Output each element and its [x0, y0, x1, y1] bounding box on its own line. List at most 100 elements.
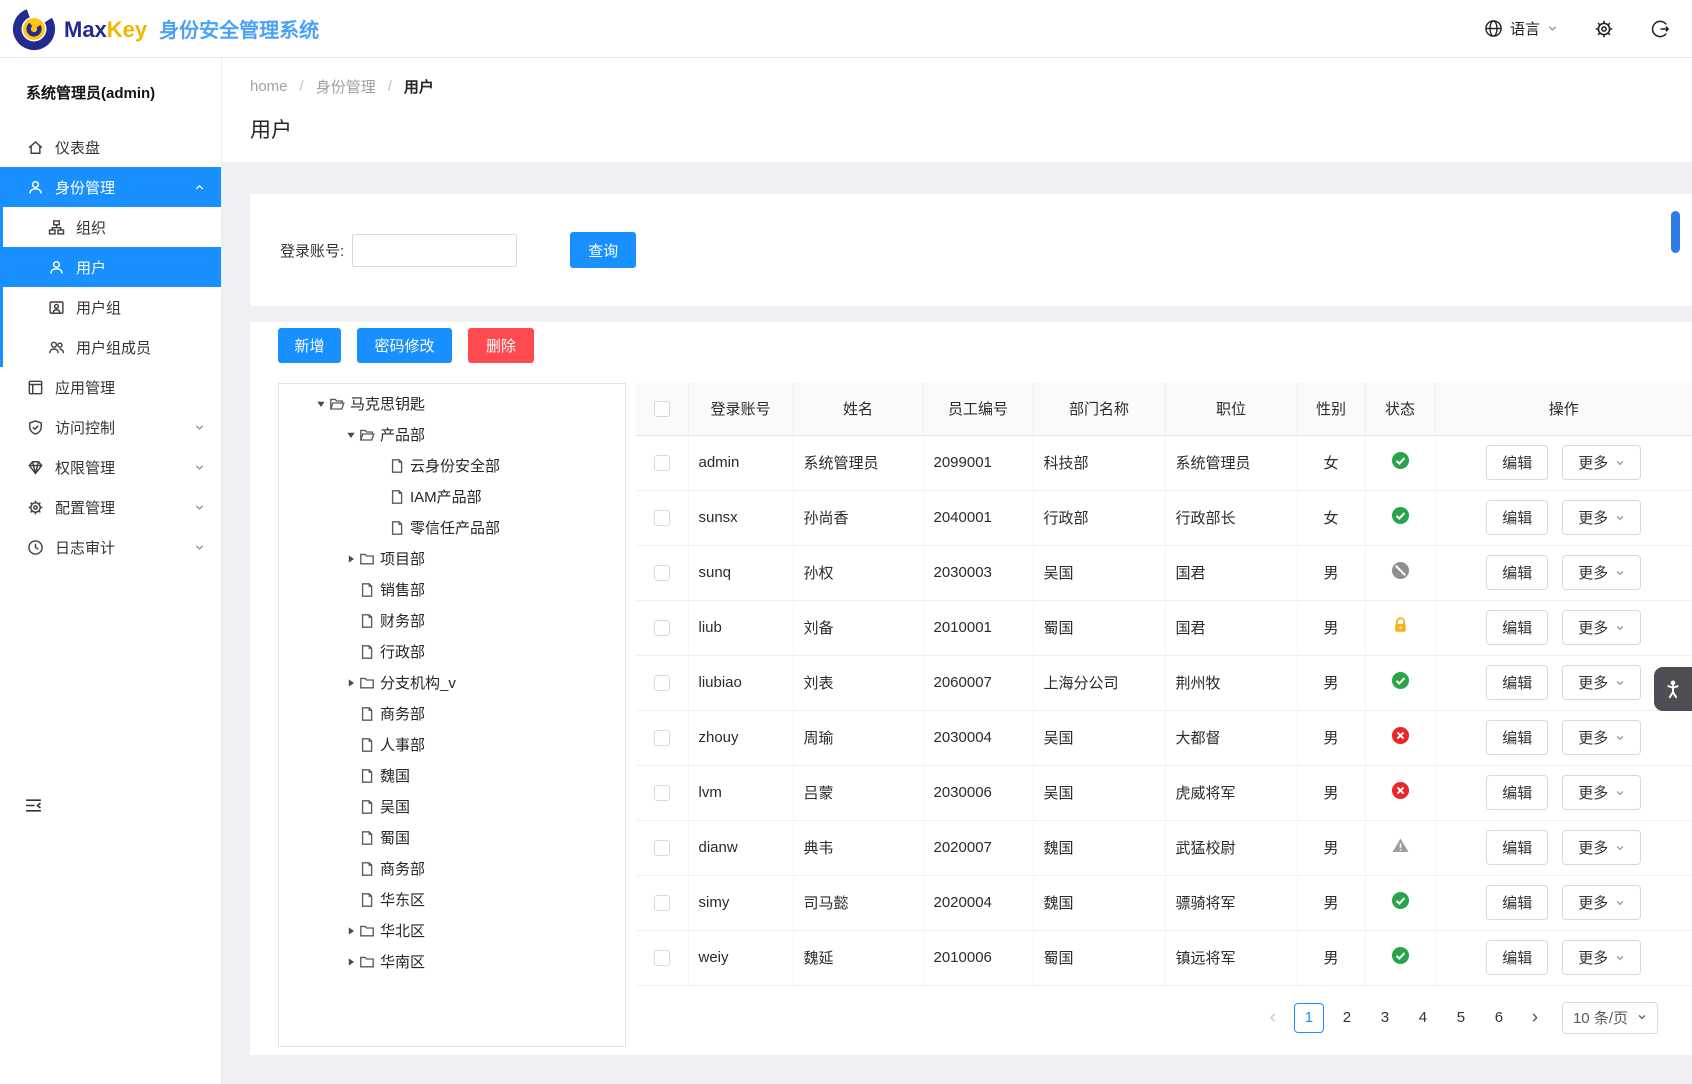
next-page-button[interactable]: ›: [1522, 1003, 1548, 1033]
language-menu[interactable]: 语言: [1484, 18, 1558, 39]
more-button[interactable]: 更多: [1562, 775, 1641, 810]
sidebar-item-configuration[interactable]: 配置管理: [0, 487, 221, 527]
row-checkbox[interactable]: [654, 840, 670, 856]
more-button[interactable]: 更多: [1562, 830, 1641, 865]
edit-button[interactable]: 编辑: [1486, 555, 1548, 590]
tree-node[interactable]: 商务部: [279, 853, 625, 884]
delete-button[interactable]: 删除: [468, 328, 534, 363]
sidebar-item-organization[interactable]: 组织: [3, 207, 221, 247]
breadcrumb-item[interactable]: 身份管理: [316, 76, 376, 97]
page-button-2[interactable]: 2: [1332, 1003, 1362, 1033]
tree-node[interactable]: IAM产品部: [279, 481, 625, 512]
query-button[interactable]: 查询: [570, 232, 636, 268]
prev-page-button[interactable]: ‹: [1260, 1003, 1286, 1033]
sidebar-item-audit-log[interactable]: 日志审计: [0, 527, 221, 567]
tree-caret-right-icon: [343, 678, 359, 688]
folder-icon: [359, 675, 379, 691]
page-button-4[interactable]: 4: [1408, 1003, 1438, 1033]
tree-node[interactable]: 马克思钥匙: [279, 388, 625, 419]
sidebar-item-dashboard[interactable]: 仪表盘: [0, 127, 221, 167]
select-all-checkbox[interactable]: [654, 401, 670, 417]
sidebar-item-user[interactable]: 用户: [3, 247, 221, 287]
tree-caret-right-icon: [343, 957, 359, 967]
tree-node[interactable]: 华东区: [279, 884, 625, 915]
edit-button[interactable]: 编辑: [1486, 665, 1548, 700]
row-checkbox[interactable]: [654, 730, 670, 746]
scrollbar-thumb[interactable]: [1671, 211, 1680, 253]
sidebar-item-user-group-member[interactable]: 用户组成员: [3, 327, 221, 367]
edit-button[interactable]: 编辑: [1486, 500, 1548, 535]
chevron-down-icon: [1615, 843, 1625, 853]
collapse-sidebar-button[interactable]: [24, 796, 43, 820]
tree-node[interactable]: 蜀国: [279, 822, 625, 853]
sidebar-item-app-management[interactable]: 应用管理: [0, 367, 221, 407]
page-button-1[interactable]: 1: [1294, 1003, 1324, 1033]
tree-node[interactable]: 财务部: [279, 605, 625, 636]
logout-button[interactable]: [1650, 19, 1670, 39]
file-icon: [389, 520, 409, 536]
page-button-3[interactable]: 3: [1370, 1003, 1400, 1033]
edit-button[interactable]: 编辑: [1486, 720, 1548, 755]
sidebar-item-label: 用户组成员: [76, 337, 205, 358]
more-button[interactable]: 更多: [1562, 445, 1641, 480]
add-button[interactable]: 新增: [278, 328, 341, 363]
row-checkbox[interactable]: [654, 565, 670, 581]
more-button[interactable]: 更多: [1562, 555, 1641, 590]
tree-node[interactable]: 吴国: [279, 791, 625, 822]
more-button[interactable]: 更多: [1562, 610, 1641, 645]
more-button[interactable]: 更多: [1562, 940, 1641, 975]
edit-button[interactable]: 编辑: [1486, 830, 1548, 865]
edit-button[interactable]: 编辑: [1486, 885, 1548, 920]
page-head: home/身份管理/用户 用户: [222, 58, 1692, 162]
tree-node[interactable]: 分支机构_v: [279, 667, 625, 698]
row-checkbox[interactable]: [654, 785, 670, 801]
tree-node[interactable]: 产品部: [279, 419, 625, 450]
edit-button[interactable]: 编辑: [1486, 775, 1548, 810]
page-button-6[interactable]: 6: [1484, 1003, 1514, 1033]
cell-position: 行政部长: [1165, 490, 1297, 545]
sidebar-item-permission[interactable]: 权限管理: [0, 447, 221, 487]
breadcrumb-item[interactable]: home: [250, 78, 288, 95]
tree-node[interactable]: 华南区: [279, 946, 625, 977]
edit-button[interactable]: 编辑: [1486, 445, 1548, 480]
breadcrumb: home/身份管理/用户: [250, 76, 1692, 97]
row-checkbox[interactable]: [654, 895, 670, 911]
row-checkbox[interactable]: [654, 510, 670, 526]
floating-assist-button[interactable]: [1654, 667, 1692, 711]
cell-position: 骠骑将军: [1165, 875, 1297, 930]
edit-button[interactable]: 编辑: [1486, 940, 1548, 975]
tree-node[interactable]: 魏国: [279, 760, 625, 791]
tree-node[interactable]: 销售部: [279, 574, 625, 605]
change-password-button[interactable]: 密码修改: [357, 328, 452, 363]
edit-button[interactable]: 编辑: [1486, 610, 1548, 645]
cell-employee-no: 2099001: [923, 435, 1033, 490]
page-size-select[interactable]: 10 条/页: [1562, 1002, 1658, 1034]
tree-node[interactable]: 人事部: [279, 729, 625, 760]
row-checkbox[interactable]: [654, 455, 670, 471]
settings-button[interactable]: [1594, 19, 1614, 39]
more-button[interactable]: 更多: [1562, 720, 1641, 755]
cell-department: 吴国: [1033, 765, 1165, 820]
tree-node[interactable]: 行政部: [279, 636, 625, 667]
chevron-down-icon: [1547, 23, 1558, 34]
row-checkbox[interactable]: [654, 675, 670, 691]
more-button[interactable]: 更多: [1562, 665, 1641, 700]
tree-node[interactable]: 云身份安全部: [279, 450, 625, 481]
row-checkbox[interactable]: [654, 950, 670, 966]
tree-node[interactable]: 华北区: [279, 915, 625, 946]
login-account-input[interactable]: [352, 234, 517, 267]
cell-position: 国君: [1165, 545, 1297, 600]
more-button[interactable]: 更多: [1562, 885, 1641, 920]
row-checkbox[interactable]: [654, 620, 670, 636]
more-button[interactable]: 更多: [1562, 500, 1641, 535]
sidebar-item-identity[interactable]: 身份管理: [0, 167, 221, 207]
sidebar-item-access-control[interactable]: 访问控制: [0, 407, 221, 447]
tree-node[interactable]: 项目部: [279, 543, 625, 574]
tree-node[interactable]: 零信任产品部: [279, 512, 625, 543]
chevron-down-icon: [194, 542, 205, 553]
sidebar-item-user-group[interactable]: 用户组: [3, 287, 221, 327]
page-button-5[interactable]: 5: [1446, 1003, 1476, 1033]
cell-position: 虎威将军: [1165, 765, 1297, 820]
check-circle-icon: [1391, 671, 1410, 690]
tree-node[interactable]: 商务部: [279, 698, 625, 729]
